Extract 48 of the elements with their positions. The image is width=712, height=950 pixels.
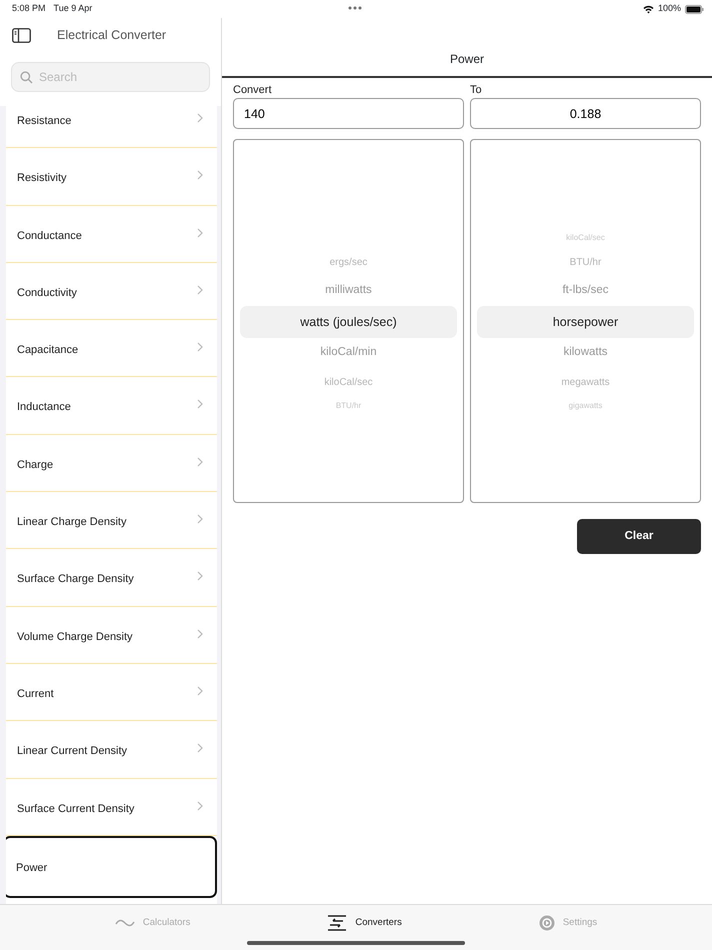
value-field[interactable]: 0.188 bbox=[470, 98, 701, 129]
sidebar-item[interactable]: Inductance bbox=[6, 377, 217, 435]
chevron-icon bbox=[197, 170, 203, 180]
wave-icon bbox=[114, 919, 135, 927]
chevron-icon bbox=[197, 399, 203, 410]
chevron-icon bbox=[197, 228, 203, 238]
sidebar-item[interactable]: Power bbox=[6, 836, 217, 898]
chevron-icon bbox=[197, 514, 203, 524]
field-label: To bbox=[470, 82, 483, 98]
chevron-icon bbox=[197, 456, 203, 467]
chevron-icon bbox=[197, 113, 203, 123]
sidebar-item[interactable]: Current bbox=[6, 664, 217, 722]
chevron-icon bbox=[197, 628, 203, 639]
sidebar-item[interactable]: Volume Charge Density bbox=[6, 606, 217, 664]
multitasking-icon[interactable] bbox=[348, 6, 362, 10]
chevron-icon bbox=[197, 571, 203, 582]
status-time: 5:08 PM bbox=[12, 2, 46, 16]
clear-button[interactable]: Clear bbox=[577, 519, 701, 554]
value-field[interactable]: 140 bbox=[233, 98, 464, 129]
chevron-icon bbox=[197, 284, 203, 295]
sidebar-item[interactable]: Surface Charge Density bbox=[6, 549, 217, 607]
arrows-icon bbox=[327, 915, 348, 931]
sidebar-item[interactable]: Conductivity bbox=[6, 262, 217, 320]
sidebar-item[interactable]: Conductance bbox=[6, 206, 217, 263]
sidebar-item[interactable]: Resistivity bbox=[6, 148, 217, 206]
search-field[interactable]: Search bbox=[11, 62, 210, 92]
search-icon bbox=[20, 71, 33, 84]
status-date: Tue 9 Apr bbox=[54, 2, 92, 16]
chevron-icon bbox=[197, 800, 203, 811]
picker-option[interactable]: horsepower bbox=[477, 306, 694, 338]
sidebar-item[interactable]: Charge bbox=[6, 434, 217, 492]
chevron-icon bbox=[197, 743, 203, 754]
sidebar-item[interactable]: Linear Current Density bbox=[6, 721, 217, 779]
battery-icon bbox=[685, 4, 704, 14]
wifi-icon bbox=[642, 4, 654, 14]
tab[interactable]: Converters bbox=[321, 905, 408, 941]
picker-option[interactable]: watts (joules/sec) bbox=[240, 306, 457, 338]
chevron-icon bbox=[197, 686, 203, 696]
sidebar-toggle-icon[interactable] bbox=[12, 28, 31, 42]
sidebar-item[interactable]: Capacitance bbox=[6, 320, 217, 378]
page-title: Power bbox=[450, 51, 484, 68]
chevron-icon bbox=[197, 342, 203, 352]
sidebar-item[interactable]: Linear Charge Density bbox=[6, 492, 217, 550]
sidebar-item[interactable]: Resistance bbox=[6, 106, 217, 148]
field-label: Convert bbox=[233, 82, 273, 98]
battery-percent: 100% bbox=[658, 2, 681, 16]
sidebar-item[interactable]: Surface Current Density bbox=[6, 778, 217, 836]
app-title: Electrical Converter bbox=[57, 26, 166, 44]
